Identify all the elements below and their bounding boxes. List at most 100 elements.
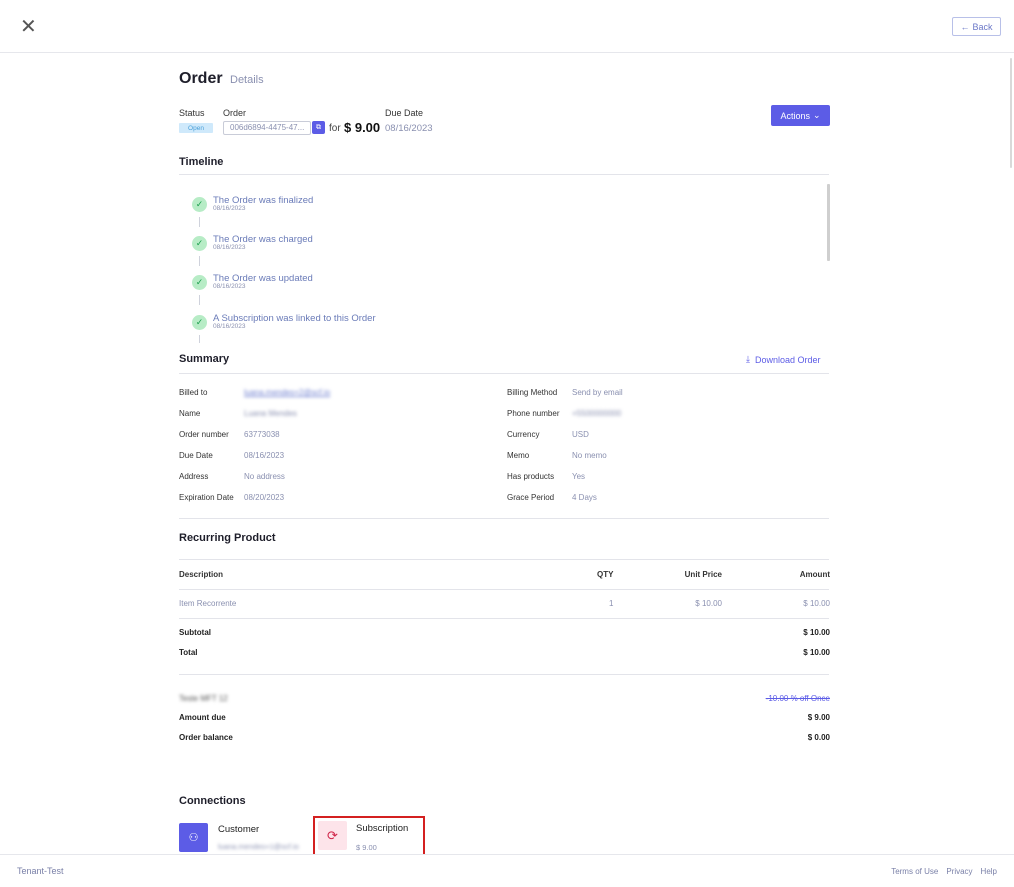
- divider: [179, 618, 829, 619]
- order-price: $ 9.00: [344, 120, 381, 135]
- amount-due-value: $ 9.00: [807, 713, 830, 722]
- timeline-item: ✓ A Subscription was linked to this Orde…: [192, 313, 592, 341]
- back-button[interactable]: ← Back: [952, 17, 1001, 36]
- check-icon: ✓: [192, 197, 207, 212]
- check-icon: ✓: [192, 236, 207, 251]
- due-date-label: Due Date: [385, 108, 424, 118]
- col-qty: QTY: [597, 570, 614, 579]
- status-badge: Open: [179, 123, 213, 133]
- currency-label: Currency: [507, 430, 540, 439]
- summary-title: Summary: [179, 353, 230, 365]
- billing-method-label: Billing Method: [507, 388, 558, 397]
- due-date-value: 08/16/2023: [385, 123, 433, 134]
- download-icon: ⤓: [746, 354, 750, 364]
- name-value: Luana Mendes: [244, 409, 297, 418]
- timeline-item: ✓ The Order was updated 08/16/2023: [192, 273, 592, 301]
- arrow-left-icon: ←: [960, 21, 970, 32]
- for-label: for: [329, 123, 341, 134]
- download-order-link[interactable]: ⤓ Download Order: [746, 354, 821, 365]
- timeline-scrollbar[interactable]: [827, 184, 830, 261]
- divider: [179, 589, 829, 590]
- currency-value: USD: [572, 430, 589, 439]
- top-bar: ✕ ← Back: [0, 0, 1014, 53]
- order-id-field[interactable]: 006d6894-4475-47...: [223, 121, 311, 135]
- summary-due-date-value: 08/16/2023: [244, 451, 285, 460]
- has-products-value: Yes: [572, 472, 586, 481]
- check-icon: ✓: [192, 275, 207, 290]
- total-value: $ 10.00: [803, 648, 830, 657]
- timeline-item-date: 08/16/2023: [213, 283, 246, 290]
- page-title: Order: [179, 70, 223, 87]
- close-icon[interactable]: ✕: [20, 16, 37, 36]
- timeline-item: ✓ The Order was finalized 08/16/2023: [192, 195, 592, 223]
- tenant-name: Tenant-Test: [17, 866, 64, 876]
- order-label: Order: [223, 108, 247, 118]
- subscription-connection-card[interactable]: [313, 816, 425, 857]
- copy-button[interactable]: ⧉: [312, 121, 325, 134]
- order-balance-label: Order balance: [179, 733, 233, 742]
- item-description: Item Recorrente: [179, 599, 237, 608]
- memo-value: No memo: [572, 451, 607, 460]
- grace-period-label: Grace Period: [507, 493, 555, 502]
- check-icon: ✓: [192, 315, 207, 330]
- footer-links: Terms of Use Privacy Help: [891, 867, 997, 876]
- address-label: Address: [179, 472, 209, 481]
- back-button-label: Back: [972, 21, 993, 32]
- terms-of-use-link[interactable]: Terms of Use: [891, 867, 938, 876]
- has-products-label: Has products: [507, 472, 555, 481]
- timeline-title: Timeline: [179, 156, 224, 168]
- actions-button-label: Actions: [780, 110, 810, 121]
- item-unit-price: $ 10.00: [695, 599, 722, 608]
- col-amount: Amount: [799, 570, 830, 579]
- timeline-list[interactable]: ✓ The Order was finalized 08/16/2023 ✓ T…: [179, 183, 831, 343]
- phone-number-value: +5500000000: [572, 409, 622, 418]
- help-link[interactable]: Help: [981, 867, 997, 876]
- total-label: Total: [179, 648, 198, 657]
- subtotal-value: $ 10.00: [803, 628, 830, 637]
- billed-to-label: Billed to: [179, 388, 208, 397]
- summary-due-date-label: Due Date: [179, 451, 213, 460]
- page-scrollbar[interactable]: [1010, 58, 1012, 168]
- divider: [179, 373, 829, 374]
- address-value: No address: [244, 472, 285, 481]
- actions-button[interactable]: Actions ⌄: [771, 105, 830, 126]
- connections-title: Connections: [179, 795, 246, 807]
- phone-number-label: Phone number: [507, 409, 560, 418]
- customer-value[interactable]: luana.mendes+1@scf.io: [218, 842, 299, 851]
- billed-to-value[interactable]: luana.mendes+2@scf.io: [244, 388, 330, 397]
- copy-icon: ⧉: [316, 123, 321, 131]
- billing-method-value: Send by email: [572, 388, 623, 397]
- col-unit-price: Unit Price: [684, 570, 722, 579]
- divider: [179, 559, 829, 560]
- grace-period-value: 4 Days: [572, 493, 597, 502]
- customer-label: Customer: [218, 824, 260, 835]
- amount-due-label: Amount due: [179, 713, 226, 722]
- timeline-item: ✓ The Order was charged 08/16/2023: [192, 234, 592, 262]
- divider: [179, 674, 829, 675]
- privacy-link[interactable]: Privacy: [946, 867, 972, 876]
- name-label: Name: [179, 409, 201, 418]
- memo-label: Memo: [507, 451, 530, 460]
- timeline-item-date: 08/16/2023: [213, 205, 246, 212]
- discount-name: Teste MFT 12: [179, 694, 228, 703]
- expiration-date-value: 08/20/2023: [244, 493, 285, 502]
- timeline-item-date: 08/16/2023: [213, 244, 246, 251]
- footer: Tenant-Test Terms of Use Privacy Help: [0, 854, 1014, 887]
- item-amount: $ 10.00: [803, 599, 830, 608]
- order-number-label: Order number: [179, 430, 229, 439]
- customer-icon[interactable]: ⚇: [179, 823, 208, 852]
- col-description: Description: [179, 570, 224, 579]
- status-label: Status: [179, 108, 205, 118]
- order-balance-value: $ 0.00: [807, 733, 830, 742]
- subtotal-label: Subtotal: [179, 628, 211, 637]
- expiration-date-label: Expiration Date: [179, 493, 234, 502]
- item-qty: 1: [609, 599, 614, 608]
- chevron-down-icon: ⌄: [812, 110, 821, 120]
- timeline-item-date: 08/16/2023: [213, 323, 246, 330]
- recurring-product-title: Recurring Product: [179, 532, 276, 544]
- page-subtitle: Details: [230, 74, 264, 86]
- download-order-label: Download Order: [754, 354, 821, 365]
- discount-value: -10.00 % off Once: [765, 694, 830, 703]
- order-number-value: 63773038: [244, 430, 280, 439]
- divider: [179, 174, 829, 175]
